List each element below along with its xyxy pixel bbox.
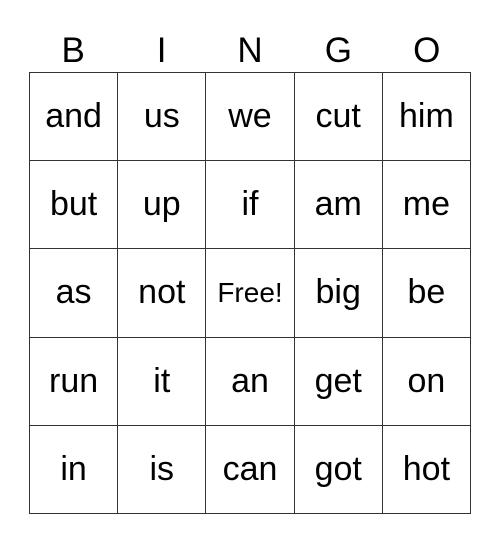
bingo-cell[interactable]: we bbox=[206, 73, 295, 162]
bingo-cell[interactable]: got bbox=[294, 425, 383, 514]
bingo-cell[interactable]: but bbox=[30, 161, 119, 250]
header-letter-i: I bbox=[156, 31, 167, 70]
header-letter-o: O bbox=[413, 31, 441, 70]
header-letter-n: N bbox=[237, 31, 263, 70]
bingo-grid: and us we cut him but up if am me as not Free! big be r… bbox=[29, 72, 471, 514]
bingo-cell[interactable]: am bbox=[294, 161, 383, 250]
bingo-cell[interactable]: on bbox=[382, 337, 471, 426]
bingo-cell[interactable]: not bbox=[118, 249, 207, 338]
bingo-cell[interactable]: can bbox=[206, 425, 295, 514]
bingo-cell[interactable]: as bbox=[30, 249, 119, 338]
bingo-cell[interactable]: if bbox=[206, 161, 295, 250]
bingo-cell[interactable]: up bbox=[118, 161, 207, 250]
header-letter-b: B bbox=[61, 31, 85, 70]
bingo-cell[interactable]: an bbox=[206, 337, 295, 426]
bingo-cell[interactable]: get bbox=[294, 337, 383, 426]
bingo-cell[interactable]: cut bbox=[294, 73, 383, 162]
bingo-cell[interactable]: me bbox=[382, 161, 471, 250]
bingo-cell[interactable]: and bbox=[30, 73, 119, 162]
bingo-cell[interactable]: run bbox=[30, 337, 119, 426]
bingo-cell[interactable]: us bbox=[118, 73, 207, 162]
free-space-cell[interactable]: Free! bbox=[206, 249, 295, 338]
bingo-cell[interactable]: be bbox=[382, 249, 471, 338]
bingo-cell[interactable]: big bbox=[294, 249, 383, 338]
bingo-cell[interactable]: him bbox=[382, 73, 471, 162]
bingo-cell[interactable]: hot bbox=[382, 425, 471, 514]
bingo-cell[interactable]: is bbox=[118, 425, 207, 514]
bingo-header: B I N G O bbox=[29, 30, 471, 72]
bingo-cell[interactable]: it bbox=[118, 337, 207, 426]
header-letter-g: G bbox=[324, 31, 352, 70]
bingo-cell[interactable]: in bbox=[30, 425, 119, 514]
